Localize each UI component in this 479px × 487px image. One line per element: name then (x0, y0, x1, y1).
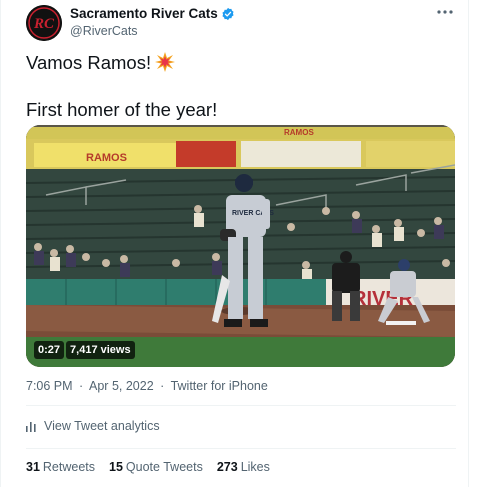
analytics-label: View Tweet analytics (44, 419, 160, 433)
video-views: 7,417 views (66, 341, 135, 359)
display-name[interactable]: Sacramento River Cats (70, 6, 218, 21)
handle[interactable]: @RiverCats (70, 24, 235, 38)
tweet-header: RC Sacramento River Cats @RiverCats (26, 5, 462, 41)
divider (26, 448, 456, 449)
stat-retweets[interactable]: 31 Retweets (26, 460, 95, 474)
stat-likes[interactable]: 273 Likes (217, 460, 270, 474)
video-duration: 0:27 (34, 341, 65, 359)
view-analytics-link[interactable]: View Tweet analytics (26, 419, 160, 433)
tweet-meta: 7:06 PM · Apr 5, 2022 · Twitter for iPho… (26, 379, 268, 393)
divider (26, 405, 456, 406)
tweet-line-1: Vamos Ramos! (26, 52, 152, 73)
collision-emoji-icon (155, 52, 176, 77)
tweet-card: RC Sacramento River Cats @RiverCats Vamo… (0, 0, 479, 487)
avatar[interactable]: RC (26, 5, 62, 41)
stat-label: Quote Tweets (125, 460, 203, 474)
tweet-stats: 31 Retweets 15 Quote Tweets 273 Likes (26, 460, 270, 474)
account-names: Sacramento River Cats @RiverCats (70, 6, 235, 38)
stat-label: Retweets (42, 460, 96, 474)
svg-text:RAMOS: RAMOS (284, 128, 314, 137)
more-options-icon[interactable] (434, 5, 456, 21)
tweet-line-2: First homer of the year! (26, 99, 218, 120)
verified-badge-icon (222, 7, 234, 20)
stat-count: 15 (109, 460, 123, 474)
stat-count: 273 (216, 460, 238, 474)
tweet-date[interactable]: Apr 5, 2022 (89, 379, 154, 393)
tweet-text: Vamos Ramos! First homer of the year! (26, 52, 456, 121)
meta-separator: · (160, 379, 165, 393)
right-border (468, 0, 469, 487)
meta-separator: · (79, 379, 84, 393)
svg-text:RC: RC (33, 16, 55, 32)
svg-text:RAMOS: RAMOS (86, 152, 127, 164)
stat-quote-tweets[interactable]: 15 Quote Tweets (109, 460, 203, 474)
analytics-bars-icon (26, 422, 36, 432)
left-border (0, 0, 1, 487)
stat-label: Likes (240, 460, 270, 474)
tweet-source[interactable]: Twitter for iPhone (171, 379, 268, 393)
video-frame: RAMOS RAMOS RIVER RIVER CATS (26, 125, 455, 367)
stat-count: 31 (26, 460, 40, 474)
river-cats-logo-icon: RC (26, 5, 62, 41)
video-info-badge: 0:27 7,417 views (34, 341, 135, 359)
video-player[interactable]: RAMOS RAMOS RIVER RIVER CATS 0:27 7,417 … (26, 125, 455, 367)
tweet-time[interactable]: 7:06 PM (26, 379, 73, 393)
